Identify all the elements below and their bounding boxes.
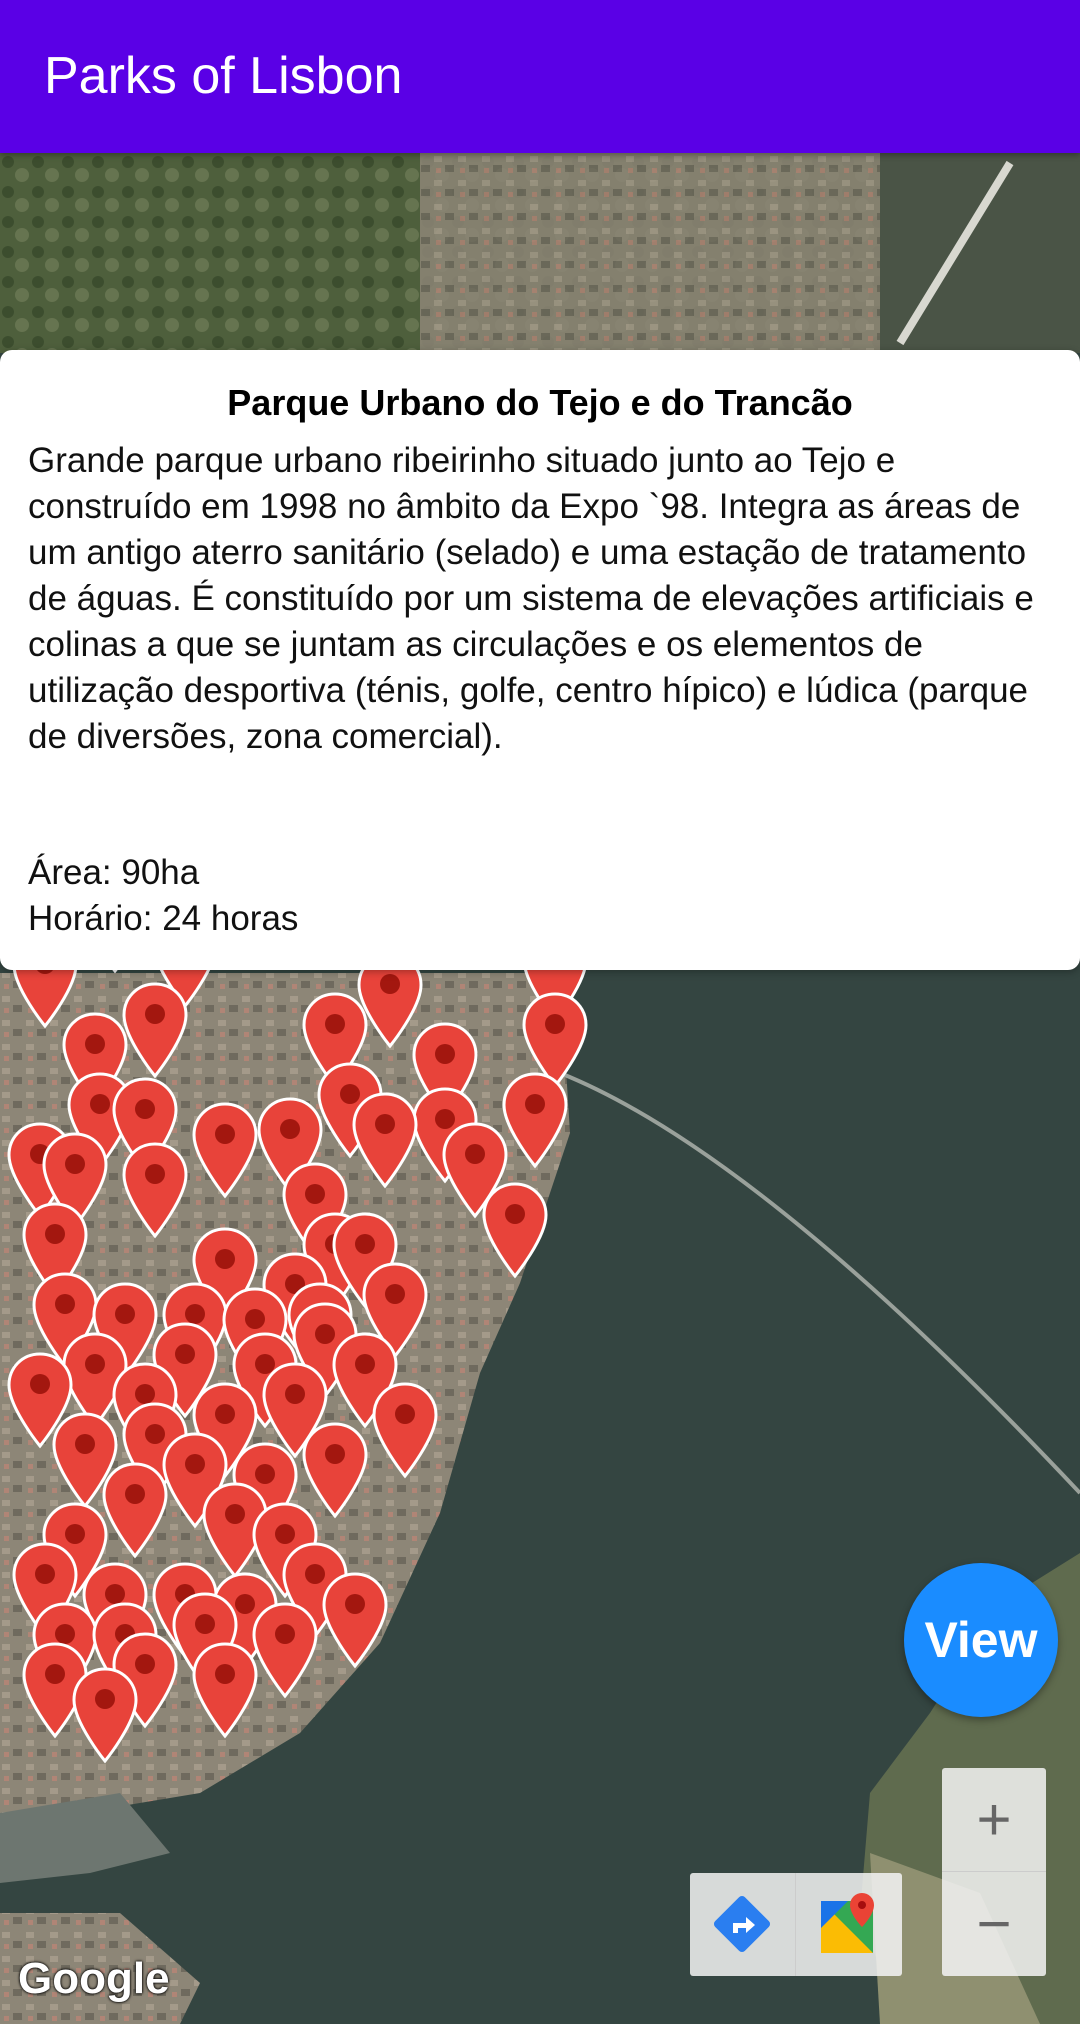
park-marker-icon[interactable] bbox=[120, 1140, 190, 1240]
app-title: Parks of Lisbon bbox=[44, 47, 403, 105]
app-bar: Parks of Lisbon bbox=[0, 0, 1080, 153]
zoom-in-button[interactable]: + bbox=[942, 1768, 1046, 1872]
park-meta: Área: 90ha Horário: 24 horas bbox=[28, 850, 1028, 942]
zoom-controls: + − bbox=[942, 1768, 1046, 1976]
park-marker-icon[interactable] bbox=[70, 1665, 140, 1765]
park-marker-icon[interactable] bbox=[250, 1600, 320, 1700]
park-info-card: Parque Urbano do Tejo e do Trancão Grand… bbox=[0, 350, 1080, 970]
park-title: Parque Urbano do Tejo e do Trancão bbox=[227, 382, 853, 423]
park-marker-icon[interactable] bbox=[190, 1100, 260, 1200]
park-marker-icon[interactable] bbox=[190, 1640, 260, 1740]
park-marker-icon[interactable] bbox=[350, 1090, 420, 1190]
view-button[interactable]: View bbox=[904, 1563, 1058, 1717]
park-marker-icon[interactable] bbox=[100, 1460, 170, 1560]
directions-button[interactable] bbox=[690, 1873, 796, 1976]
park-marker-icon[interactable] bbox=[320, 1570, 390, 1670]
park-marker-icon[interactable] bbox=[370, 1380, 440, 1480]
zoom-out-button[interactable]: − bbox=[942, 1872, 1046, 1975]
map-toolbar bbox=[690, 1873, 902, 1976]
directions-icon bbox=[713, 1895, 771, 1953]
park-area: Área: 90ha bbox=[28, 853, 200, 892]
park-marker-icon[interactable] bbox=[120, 980, 190, 1080]
google-attribution: Google bbox=[18, 1954, 170, 2003]
google-maps-icon bbox=[821, 1893, 874, 1953]
park-description: Grande parque urbano ribeirinho situado … bbox=[28, 441, 1034, 756]
park-hours: Horário: 24 horas bbox=[28, 899, 299, 938]
open-in-maps-button[interactable] bbox=[796, 1873, 901, 1976]
park-marker-icon[interactable] bbox=[500, 1070, 570, 1170]
park-marker-icon[interactable] bbox=[480, 1180, 550, 1280]
